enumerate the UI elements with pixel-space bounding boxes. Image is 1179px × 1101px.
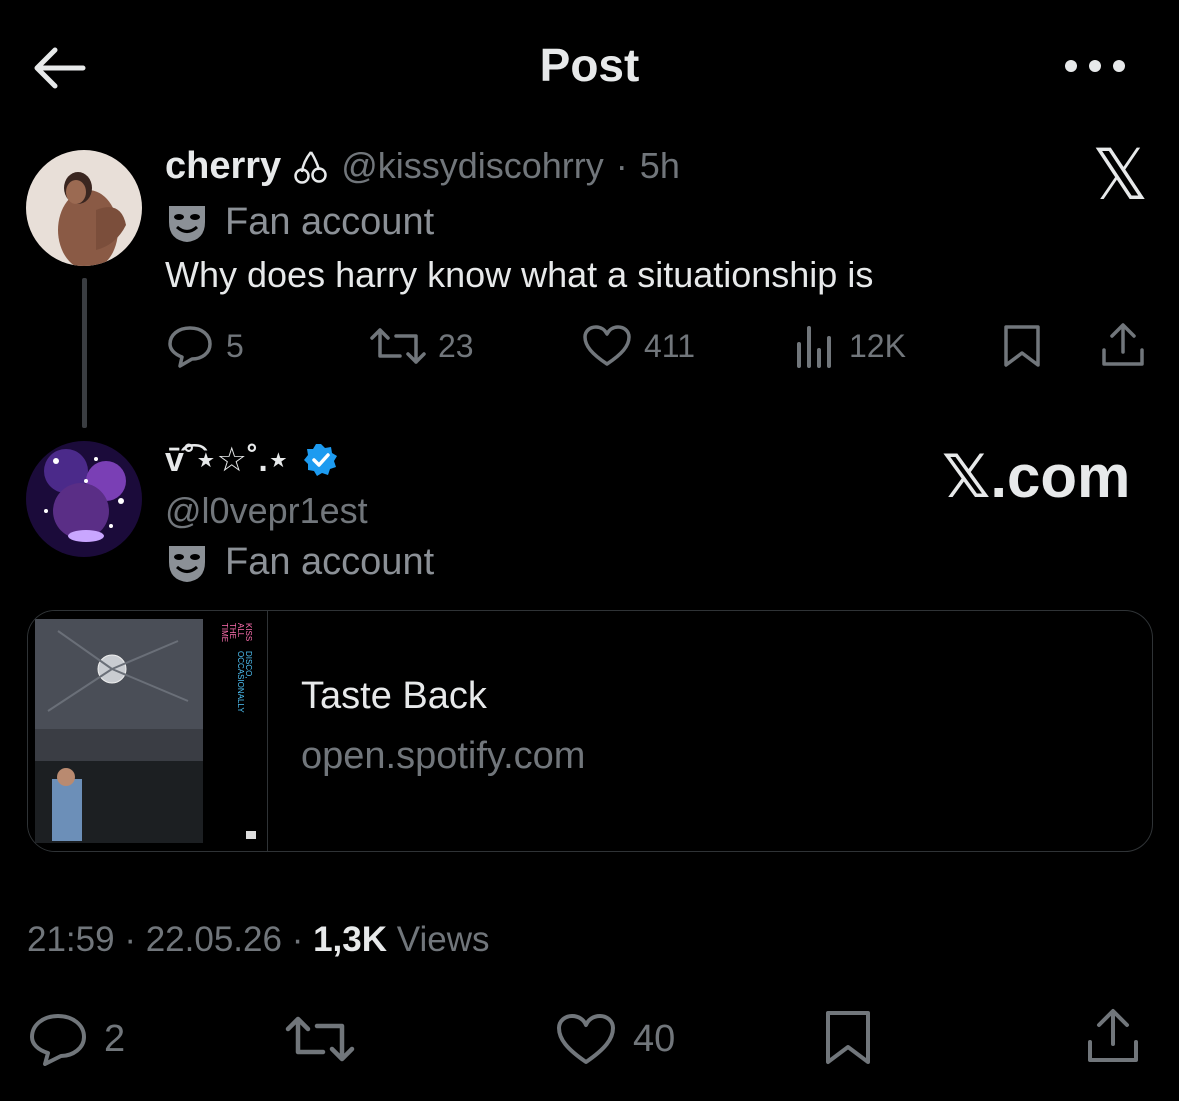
page-title: Post — [539, 39, 640, 91]
link-title[interactable]: Taste Back — [301, 675, 487, 718]
link-card[interactable]: KISS ALL THE TIME DISCO, OCCASIONALLY Ta… — [27, 610, 1153, 852]
author-handle[interactable]: @l0vepr1est — [165, 490, 368, 532]
share-icon — [1088, 1009, 1138, 1062]
fan-account-label: Fan account — [225, 200, 435, 243]
bookmark-button[interactable] — [822, 1010, 874, 1066]
views-count: 12K — [849, 327, 906, 364]
author-name[interactable]: cherry — [165, 145, 281, 188]
reply-button[interactable]: 5 — [166, 324, 244, 368]
avatar-image-l0vepr1est — [26, 441, 142, 557]
separator: · — [291, 920, 304, 959]
reply-count: 5 — [226, 327, 244, 364]
fan-account-label: Fan account — [225, 540, 435, 583]
share-button[interactable] — [1086, 1008, 1140, 1064]
cherry-icon — [294, 150, 327, 184]
reply-icon — [30, 1014, 86, 1066]
share-icon — [1102, 323, 1144, 366]
link-domain: open.spotify.com — [301, 735, 586, 777]
author-name[interactable]: v̄͡˚⋆☆˚.⋆ — [165, 440, 289, 480]
repost-icon — [370, 328, 426, 364]
repost-icon — [285, 1016, 355, 1062]
post-time: 21:59 — [27, 920, 115, 959]
x-logo-watermark: 𝕏 — [1092, 136, 1149, 214]
album-cover-image: KISS ALL THE TIME DISCO, OCCASIONALLY — [28, 611, 268, 851]
separator: · — [615, 145, 628, 186]
repost-button[interactable]: 23 — [370, 324, 474, 368]
svg-text:TIME: TIME — [220, 623, 229, 642]
like-count: 411 — [644, 327, 696, 364]
verified-badge-icon — [304, 444, 338, 476]
like-button[interactable]: 40 — [555, 1012, 675, 1066]
share-button[interactable] — [1100, 322, 1146, 368]
heart-icon — [583, 325, 631, 366]
post-text: Why does harry know what a situationship… — [165, 254, 874, 295]
like-button[interactable]: 411 — [582, 324, 695, 368]
views-label: Views — [396, 920, 490, 959]
bookmark-button[interactable] — [1000, 324, 1044, 368]
views-count[interactable]: 1,3K — [313, 920, 387, 959]
reply-icon — [168, 326, 212, 368]
post-time[interactable]: 5h — [640, 145, 680, 187]
bookmark-icon — [826, 1011, 870, 1064]
avatar[interactable] — [26, 150, 142, 266]
like-count: 40 — [633, 1017, 676, 1060]
more-options-button[interactable] — [1060, 44, 1130, 88]
views-button[interactable]: 12K — [795, 324, 906, 368]
reply-count: 2 — [104, 1017, 126, 1060]
analytics-icon — [797, 326, 831, 368]
post-date: 22.05.26 — [145, 920, 282, 959]
reply-button[interactable]: 2 — [28, 1012, 125, 1066]
theater-mask-icon — [169, 206, 205, 242]
x-com-watermark: 𝕏.com — [942, 443, 1131, 510]
bookmark-icon — [1004, 325, 1040, 367]
svg-text:OCCASIONALLY: OCCASIONALLY — [236, 651, 245, 713]
theater-mask-icon — [169, 546, 205, 582]
author-handle[interactable]: @kissydiscohrry — [341, 145, 604, 187]
heart-icon — [557, 1014, 615, 1064]
separator: · — [124, 920, 136, 959]
repost-count: 23 — [438, 327, 474, 364]
avatar-image-cherry — [26, 150, 142, 266]
thread-connector-line — [82, 278, 87, 428]
repost-button[interactable] — [285, 1012, 355, 1066]
more-dots-icon — [1065, 60, 1125, 72]
post-metadata: 21:59 · 22.05.26 · 1,3K Views — [27, 920, 490, 960]
avatar[interactable] — [26, 441, 142, 557]
